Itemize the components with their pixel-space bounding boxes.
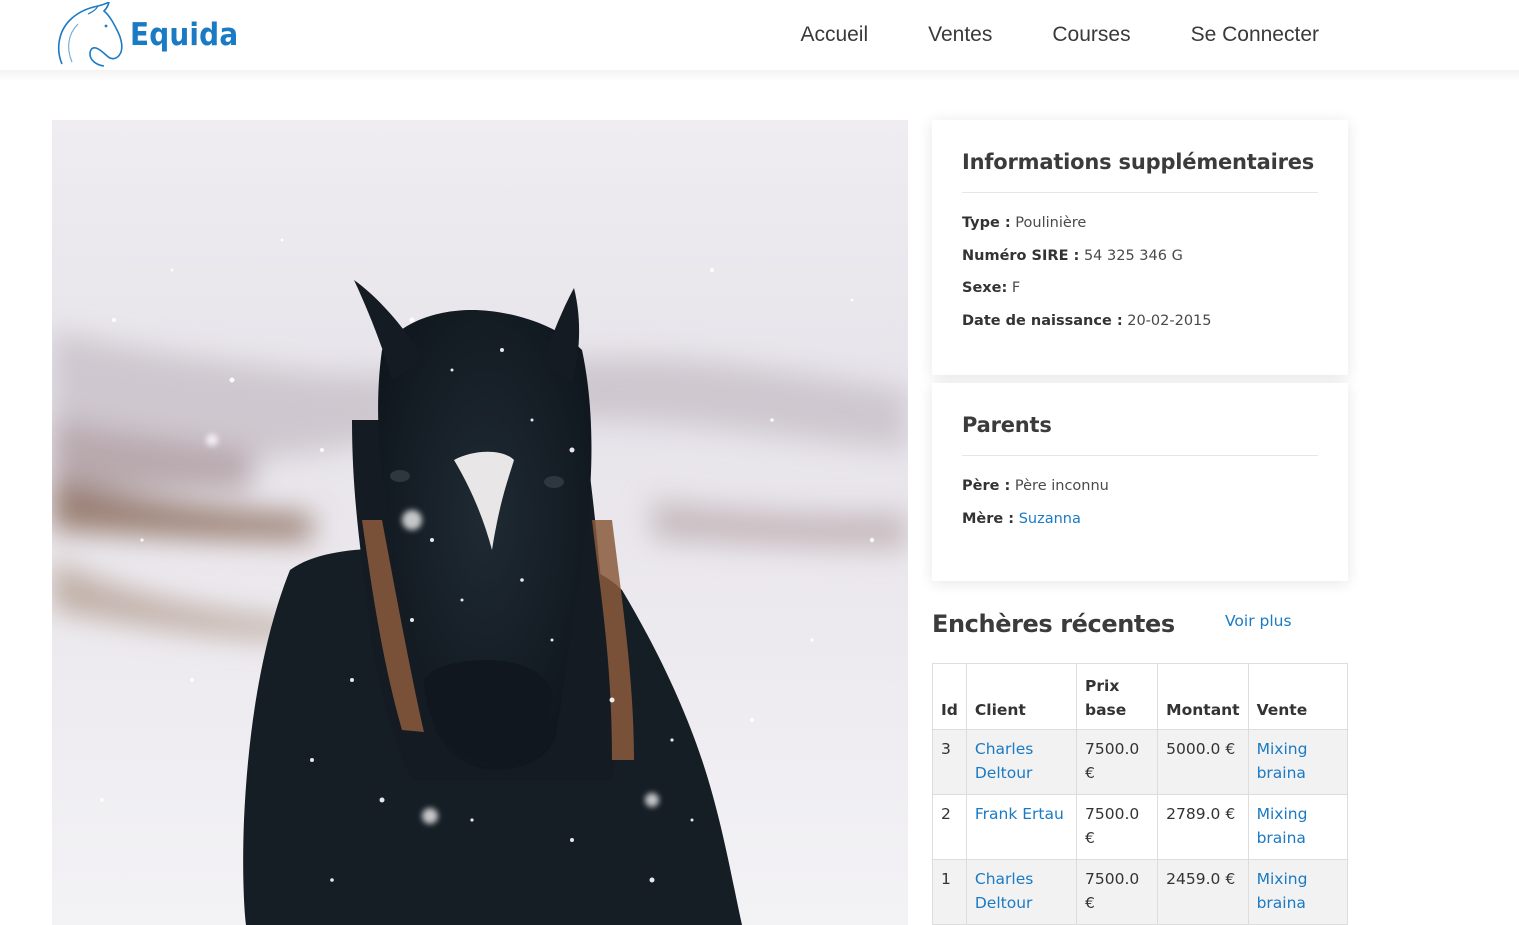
cell-sale: Mixing braina <box>1247 794 1349 860</box>
table-row: 3 Charles Deltour 7500.0 € 5000.0 € Mixi… <box>932 729 1349 795</box>
client-link[interactable]: Charles Deltour <box>975 870 1033 912</box>
cell-amount: 2789.0 € <box>1157 794 1249 860</box>
table-row: 2 Frank Ertau 7500.0 € 2789.0 € Mixing b… <box>932 794 1349 860</box>
nav-item-ventes[interactable]: Ventes <box>928 23 992 47</box>
table-row: 1 Charles Deltour 7500.0 € 2459.0 € Mixi… <box>932 859 1349 925</box>
client-link[interactable]: Charles Deltour <box>975 740 1033 782</box>
field-father-value: Père inconnu <box>1014 478 1109 494</box>
field-sire-value: 54 325 346 G <box>1083 247 1183 264</box>
info-card: Informations supplémentaires Type : Poul… <box>932 120 1348 375</box>
field-mother-label: Mère : <box>962 510 1015 527</box>
column-header-id: Id <box>932 663 967 730</box>
field-type-value: Poulinière <box>1015 215 1087 231</box>
cell-id: 3 <box>932 729 967 795</box>
cell-client: Charles Deltour <box>965 859 1078 925</box>
field-sex-label: Sexe: <box>962 280 1008 296</box>
cell-amount: 5000.0 € <box>1157 729 1249 795</box>
cell-client: Charles Deltour <box>965 729 1078 795</box>
nav-item-accueil[interactable]: Accueil <box>800 23 868 47</box>
sale-link[interactable]: Mixing braina <box>1257 805 1308 847</box>
field-birthdate-value: 20-02-2015 <box>1127 312 1212 329</box>
field-sex: Sexe: F <box>962 278 1318 298</box>
parents-card-title: Parents <box>962 383 1318 456</box>
see-more-link[interactable]: Voir plus <box>1225 612 1292 630</box>
cell-amount: 2459.0 € <box>1157 859 1249 925</box>
field-father-label: Père : <box>962 478 1011 494</box>
cell-base-price: 7500.0 € <box>1075 859 1159 925</box>
site-header: Equida Accueil Ventes Courses Se Connect… <box>0 0 1519 70</box>
column-header-base-price: Prix base <box>1075 663 1159 730</box>
table-header-row: Id Client Prix base Montant Vente <box>932 663 1349 730</box>
cell-sale: Mixing braina <box>1247 859 1349 925</box>
brand-logo-link[interactable]: Equida <box>52 2 252 68</box>
client-link[interactable]: Frank Ertau <box>975 805 1064 823</box>
mother-link[interactable]: Suzanna <box>1019 511 1081 527</box>
field-birthdate: Date de naissance : 20-02-2015 <box>962 311 1318 331</box>
field-mother: Mère : Suzanna <box>962 509 1318 529</box>
cell-id: 1 <box>932 859 967 925</box>
cell-base-price: 7500.0 € <box>1075 729 1159 795</box>
cell-base-price: 7500.0 € <box>1075 794 1159 860</box>
field-sire: Numéro SIRE : 54 325 346 G <box>962 246 1318 266</box>
cell-sale: Mixing braina <box>1247 729 1349 795</box>
cell-client: Frank Ertau <box>965 794 1078 860</box>
parents-card: Parents Père : Père inconnu Mère : Suzan… <box>932 383 1348 581</box>
auctions-table: Id Client Prix base Montant Vente 3 Char… <box>932 663 1349 925</box>
field-sex-value: F <box>1011 280 1021 296</box>
info-card-title: Informations supplémentaires <box>962 120 1318 193</box>
column-header-client: Client <box>965 663 1078 730</box>
parents-field-list: Père : Père inconnu Mère : Suzanna <box>962 456 1318 529</box>
auctions-title: Enchères récentes <box>932 610 1175 638</box>
brand-name: Equida <box>130 17 239 53</box>
nav-item-courses[interactable]: Courses <box>1052 23 1130 47</box>
field-birthdate-label: Date de naissance : <box>962 312 1123 329</box>
field-father: Père : Père inconnu <box>962 476 1318 496</box>
cell-id: 2 <box>932 794 967 860</box>
info-field-list: Type : Poulinière Numéro SIRE : 54 325 3… <box>962 193 1318 331</box>
nav-item-login[interactable]: Se Connecter <box>1191 23 1319 47</box>
field-sire-label: Numéro SIRE : <box>962 247 1080 264</box>
main-nav: Accueil Ventes Courses Se Connecter <box>740 0 1319 70</box>
field-type-label: Type : <box>962 215 1011 231</box>
column-header-sale: Vente <box>1247 663 1349 730</box>
auctions-header: Enchères récentes Voir plus <box>932 606 1348 650</box>
horse-photo <box>52 120 908 925</box>
column-header-amount: Montant <box>1157 663 1249 730</box>
field-type: Type : Poulinière <box>962 213 1318 233</box>
horse-head-icon <box>52 2 124 68</box>
sale-link[interactable]: Mixing braina <box>1257 870 1308 912</box>
header-divider <box>0 70 1519 82</box>
sale-link[interactable]: Mixing braina <box>1257 740 1308 782</box>
